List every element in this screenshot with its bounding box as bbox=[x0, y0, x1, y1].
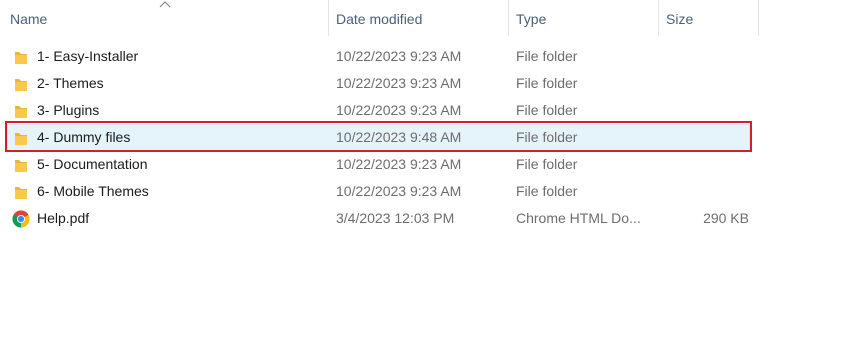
file-size bbox=[666, 151, 749, 178]
file-row-selected[interactable]: 4- Dummy files 10/22/2023 9:48 AM File f… bbox=[0, 124, 852, 151]
folder-icon bbox=[15, 106, 27, 118]
file-list: 1- Easy-Installer 10/22/2023 9:23 AM Fil… bbox=[0, 43, 852, 232]
column-header-type[interactable]: Type bbox=[516, 0, 656, 38]
file-explorer: Name Date modified Type Size 1- Easy-Ins… bbox=[0, 0, 852, 344]
column-header-size[interactable]: Size bbox=[666, 0, 756, 38]
file-size bbox=[666, 97, 749, 124]
folder-icon bbox=[15, 52, 27, 64]
file-row[interactable]: Help.pdf 3/4/2023 12:03 PM Chrome HTML D… bbox=[0, 205, 852, 232]
file-name: 5- Documentation bbox=[37, 156, 148, 172]
file-date-modified: 10/22/2023 9:23 AM bbox=[336, 102, 462, 118]
file-date-modified: 10/22/2023 9:23 AM bbox=[336, 183, 462, 199]
file-row[interactable]: 1- Easy-Installer 10/22/2023 9:23 AM Fil… bbox=[0, 43, 852, 70]
file-type: File folder bbox=[516, 129, 578, 145]
file-type: File folder bbox=[516, 48, 578, 64]
file-size bbox=[666, 70, 749, 97]
file-date-modified: 10/22/2023 9:48 AM bbox=[336, 129, 462, 145]
file-type: File folder bbox=[516, 156, 578, 172]
file-row[interactable]: 2- Themes 10/22/2023 9:23 AM File folder bbox=[0, 70, 852, 97]
file-date-modified: 10/22/2023 9:23 AM bbox=[336, 156, 462, 172]
folder-icon bbox=[15, 160, 27, 172]
folder-icon bbox=[15, 133, 27, 145]
folder-icon bbox=[15, 79, 27, 91]
file-name: 1- Easy-Installer bbox=[37, 48, 139, 64]
folder-icon bbox=[15, 187, 27, 199]
file-row[interactable]: 6- Mobile Themes 10/22/2023 9:23 AM File… bbox=[0, 178, 852, 205]
chrome-icon bbox=[12, 210, 30, 228]
file-name: 3- Plugins bbox=[37, 102, 100, 118]
file-name: 6- Mobile Themes bbox=[37, 183, 149, 199]
file-name: 2- Themes bbox=[37, 75, 104, 91]
file-size bbox=[666, 178, 749, 205]
column-separator[interactable] bbox=[758, 0, 759, 36]
file-type: Chrome HTML Do... bbox=[516, 210, 641, 226]
column-header-name[interactable]: Name bbox=[10, 0, 328, 38]
file-type: File folder bbox=[516, 183, 578, 199]
file-row[interactable]: 3- Plugins 10/22/2023 9:23 AM File folde… bbox=[0, 97, 852, 124]
column-header-date-modified[interactable]: Date modified bbox=[336, 0, 506, 38]
file-size bbox=[666, 43, 749, 70]
file-type: File folder bbox=[516, 102, 578, 118]
file-size: 290 KB bbox=[703, 210, 749, 226]
file-name: Help.pdf bbox=[37, 210, 90, 226]
file-date-modified: 10/22/2023 9:23 AM bbox=[336, 48, 462, 64]
file-row[interactable]: 5- Documentation 10/22/2023 9:23 AM File… bbox=[0, 151, 852, 178]
column-separator[interactable] bbox=[328, 0, 329, 36]
column-separator[interactable] bbox=[508, 0, 509, 36]
file-date-modified: 3/4/2023 12:03 PM bbox=[336, 210, 455, 226]
column-header-bar: Name Date modified Type Size bbox=[0, 0, 852, 38]
file-name: 4- Dummy files bbox=[37, 129, 131, 145]
file-date-modified: 10/22/2023 9:23 AM bbox=[336, 75, 462, 91]
file-type: File folder bbox=[516, 75, 578, 91]
file-size bbox=[666, 124, 749, 151]
column-separator[interactable] bbox=[658, 0, 659, 36]
